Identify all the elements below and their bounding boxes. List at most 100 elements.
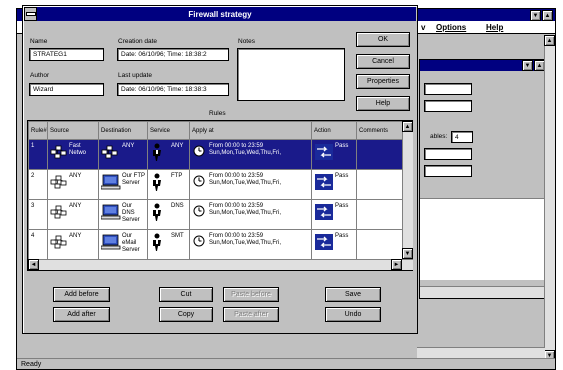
- table-scroll-down-icon[interactable]: ▼: [402, 248, 413, 259]
- save-button[interactable]: Save: [325, 287, 381, 302]
- table-row[interactable]: 3 ANY Our DNS Server DNS From 00:00 to 2…: [28, 199, 403, 230]
- source-cell[interactable]: ANY: [47, 199, 99, 230]
- col-header-action[interactable]: Action: [311, 121, 357, 140]
- table-row[interactable]: 1 Fast Netwo ANY ANY From 00:00 to 23:59…: [28, 139, 403, 170]
- inner-minimize-button[interactable]: ▼: [522, 60, 533, 71]
- dialog-system-menu-icon[interactable]: [24, 7, 37, 21]
- table-row[interactable]: 4 ANY Our eMail Server SMT From 00:00 to…: [28, 229, 403, 260]
- rule-number: 4: [31, 233, 35, 239]
- apply-at-cell[interactable]: From 00:00 to 23:59 Sun,Mon,Tue,Wed,Thu,F…: [189, 169, 312, 200]
- action-text: Pass: [335, 143, 349, 149]
- col-header-source[interactable]: Source: [47, 121, 99, 140]
- rule-number-cell[interactable]: 2: [28, 169, 48, 200]
- comments-cell[interactable]: [356, 169, 403, 200]
- col-header-apply-at[interactable]: Apply at: [189, 121, 312, 140]
- inner-field-2[interactable]: [424, 100, 472, 112]
- pass-arrows-icon: [315, 174, 333, 192]
- source-cell[interactable]: Fast Netwo: [47, 139, 99, 170]
- service-cell[interactable]: ANY: [147, 139, 190, 170]
- table-scroll-up-icon[interactable]: ▲: [402, 121, 413, 132]
- source-text: Fast Netwo: [69, 143, 87, 156]
- rules-table: Rule# Source Destination Service Apply a…: [28, 121, 403, 260]
- last-update-field: Date: 06/10/96; Time: 18:38:3: [117, 83, 229, 96]
- bg-minimize-button[interactable]: ▼: [530, 10, 541, 21]
- main-vscrollbar[interactable]: ▲ ▼: [544, 35, 555, 361]
- bg-maximize-button[interactable]: ▲: [542, 10, 553, 21]
- apply-days-text: Sun,Mon,Tue,Wed,Thu,Fri,: [209, 180, 282, 186]
- rule-number-cell[interactable]: 1: [28, 139, 48, 170]
- undo-button[interactable]: Undo: [325, 307, 381, 322]
- source-cell[interactable]: ANY: [47, 169, 99, 200]
- action-cell[interactable]: Pass: [311, 229, 357, 260]
- col-header-destination[interactable]: Destination: [98, 121, 148, 140]
- menu-options[interactable]: Options: [436, 23, 466, 32]
- destination-text: ANY: [122, 143, 135, 149]
- inner-field-4[interactable]: [424, 165, 472, 177]
- service-cell[interactable]: DNS: [147, 199, 190, 230]
- comments-cell[interactable]: [356, 199, 403, 230]
- server-computer-icon: [100, 204, 121, 222]
- status-bar: Ready: [17, 358, 555, 369]
- inner-field-1[interactable]: [424, 83, 472, 95]
- add-before-button[interactable]: Add before: [53, 287, 110, 302]
- table-scroll-left-icon[interactable]: ◄: [28, 259, 39, 270]
- source-cell[interactable]: ANY: [47, 229, 99, 260]
- table-vscrollbar[interactable]: ▲ ▼: [402, 121, 413, 259]
- apply-at-cell[interactable]: From 00:00 to 23:59 Sun,Mon,Tue,Wed,Thu,F…: [189, 139, 312, 170]
- destination-cell[interactable]: Our DNS Server: [98, 199, 148, 230]
- clock-icon: [193, 235, 205, 249]
- notes-field[interactable]: [237, 48, 345, 101]
- comments-cell[interactable]: [356, 139, 403, 170]
- apply-at-cell[interactable]: From 00:00 to 23:59 Sun,Mon,Tue,Wed,Thu,F…: [189, 199, 312, 230]
- rule-number-cell[interactable]: 4: [28, 229, 48, 260]
- inner-field-value[interactable]: 4: [451, 131, 473, 143]
- firewall-strategy-dialog: Firewall strategy Name STRATEG1 Creation…: [22, 5, 418, 334]
- destination-cell[interactable]: Our FTP Server: [98, 169, 148, 200]
- destination-text: Our DNS Server: [122, 203, 140, 223]
- table-scroll-right-icon[interactable]: ►: [391, 259, 402, 270]
- dialog-titlebar: Firewall strategy: [24, 7, 416, 21]
- menu-help[interactable]: Help: [486, 23, 503, 32]
- destination-cell[interactable]: ANY: [98, 139, 148, 170]
- inner-hscrollbar[interactable]: [420, 286, 546, 298]
- col-header-service[interactable]: Service: [147, 121, 190, 140]
- server-computer-icon: [100, 174, 121, 192]
- action-cell[interactable]: Pass: [311, 169, 357, 200]
- rule-number-cell[interactable]: 3: [28, 199, 48, 230]
- name-field[interactable]: STRATEG1: [29, 48, 104, 61]
- source-text: ANY: [69, 173, 82, 179]
- author-field[interactable]: Wizard: [29, 83, 104, 96]
- clock-icon: [193, 145, 205, 159]
- table-row[interactable]: 2 ANY Our FTP Server FTP From 00:00 to 2…: [28, 169, 403, 200]
- ok-button[interactable]: OK: [356, 32, 410, 47]
- action-text: Pass: [335, 233, 349, 239]
- service-cell[interactable]: SMT: [147, 229, 190, 260]
- destination-cell[interactable]: Our eMail Server: [98, 229, 148, 260]
- paste-after-button[interactable]: Paste after: [223, 307, 279, 322]
- table-hscrollbar[interactable]: ◄ ►: [28, 259, 413, 270]
- inner-field-3[interactable]: [424, 148, 472, 160]
- action-cell[interactable]: Pass: [311, 139, 357, 170]
- comments-cell[interactable]: [356, 229, 403, 260]
- main-scroll-up-icon[interactable]: ▲: [544, 35, 555, 46]
- cancel-button[interactable]: Cancel: [356, 54, 410, 69]
- network-icon: [50, 144, 68, 162]
- dialog-title: Firewall strategy: [188, 9, 252, 19]
- add-after-button[interactable]: Add after: [53, 307, 110, 322]
- network-icon: [101, 144, 119, 162]
- apply-time-text: From 00:00 to 23:59: [209, 233, 264, 239]
- pass-arrows-icon: [315, 204, 333, 222]
- apply-days-text: Sun,Mon,Tue,Wed,Thu,Fri,: [209, 240, 282, 246]
- col-header-rule[interactable]: Rule#: [28, 121, 48, 140]
- apply-at-cell[interactable]: From 00:00 to 23:59 Sun,Mon,Tue,Wed,Thu,F…: [189, 229, 312, 260]
- help-button[interactable]: Help: [356, 96, 410, 111]
- copy-button[interactable]: Copy: [159, 307, 213, 322]
- action-cell[interactable]: Pass: [311, 199, 357, 230]
- cut-button[interactable]: Cut: [159, 287, 213, 302]
- paste-before-button[interactable]: Paste before: [223, 287, 279, 302]
- col-header-comments[interactable]: Comments: [356, 121, 403, 140]
- service-cell[interactable]: FTP: [147, 169, 190, 200]
- properties-button[interactable]: Properties: [356, 74, 410, 89]
- service-text: FTP: [171, 173, 183, 179]
- menu-view[interactable]: v: [421, 23, 425, 32]
